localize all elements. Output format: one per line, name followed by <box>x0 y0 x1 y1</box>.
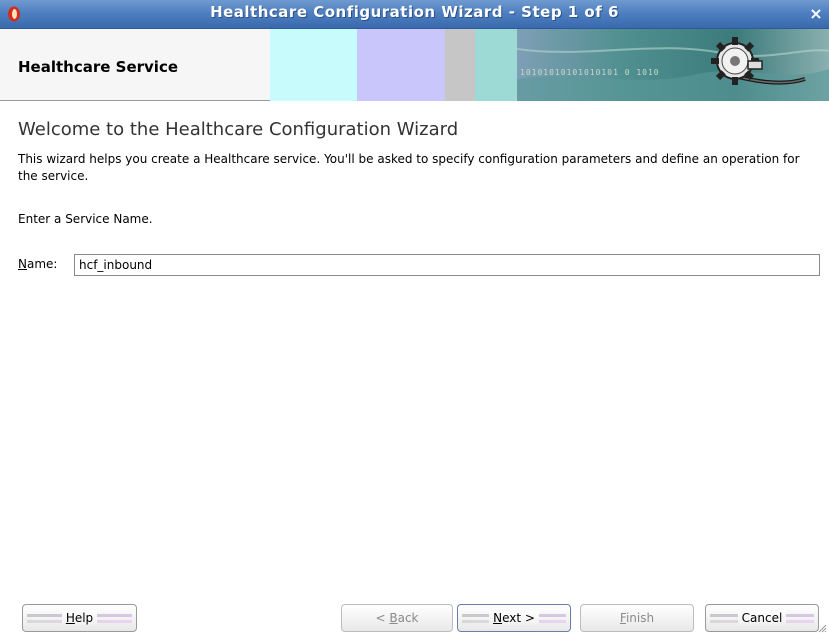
window-titlebar[interactable]: Healthcare Configuration Wizard - Step 1… <box>0 0 829 29</box>
back-button[interactable]: < Back <box>341 604 453 632</box>
wizard-header-banner: Healthcare Service 10101010101010101 0 1… <box>0 29 829 101</box>
window-title: Healthcare Configuration Wizard - Step 1… <box>210 3 619 21</box>
page-title: Healthcare Service <box>18 58 179 76</box>
resize-grip-icon[interactable] <box>817 623 827 633</box>
finish-button[interactable]: Finish <box>580 604 694 632</box>
cancel-button[interactable]: Cancel <box>705 604 819 632</box>
wizard-description: This wizard helps you create a Healthcar… <box>18 152 800 183</box>
welcome-heading: Welcome to the Healthcare Configuration … <box>18 119 459 140</box>
help-button[interactable]: Help <box>22 604 137 632</box>
name-label-text: ame: <box>26 257 58 271</box>
next-button[interactable]: Next > <box>457 604 571 632</box>
name-label-mnemonic: N <box>18 257 27 271</box>
service-name-prompt: Enter a Service Name. <box>18 212 153 226</box>
service-name-input[interactable] <box>74 254 820 276</box>
close-icon[interactable]: × <box>805 3 827 25</box>
name-field-label: Name: <box>18 257 57 271</box>
binary-decoration: 10101010101010101 0 1010 <box>520 68 660 77</box>
gear-icon <box>711 37 806 85</box>
